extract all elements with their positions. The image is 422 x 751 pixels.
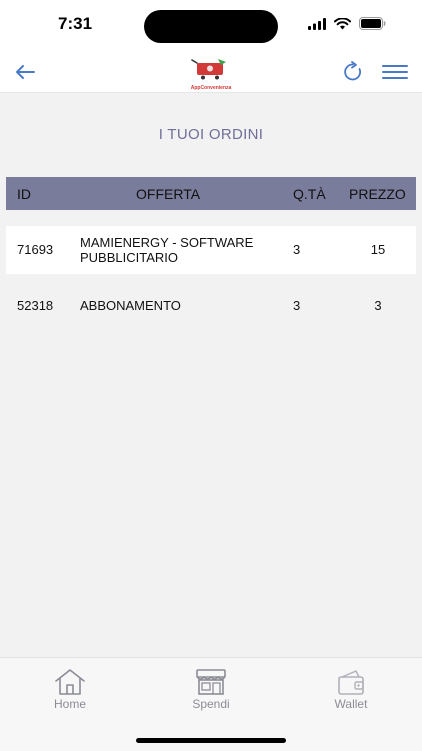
shop-icon xyxy=(196,669,226,695)
column-header-offer: OFFERTA xyxy=(136,186,201,202)
order-qty: 3 xyxy=(293,242,301,257)
battery-icon xyxy=(359,17,386,30)
tab-home[interactable]: Home xyxy=(30,668,110,711)
refresh-button[interactable] xyxy=(342,61,364,83)
logo-cart-icon xyxy=(191,59,226,80)
wallet-icon xyxy=(338,670,364,695)
order-offer: ABBONAMENTO xyxy=(80,298,181,313)
table-row[interactable]: 52318 ABBONAMENTO 3 3 xyxy=(6,282,416,330)
order-id: 71693 xyxy=(17,242,54,257)
order-id: 52318 xyxy=(17,298,54,313)
tab-label-spendi: Spendi xyxy=(192,697,230,711)
app-logo: AppConvenienza xyxy=(188,58,234,91)
back-button[interactable] xyxy=(14,61,36,83)
signal-icon xyxy=(308,17,326,30)
table-row[interactable]: 71693 MAMIENERGY - SOFTWARE PUBBLICITARI… xyxy=(6,226,416,274)
column-header-qty: Q.TÀ xyxy=(293,186,326,202)
menu-button[interactable] xyxy=(382,63,408,81)
wifi-icon xyxy=(334,17,351,29)
hamburger-menu-icon xyxy=(382,65,408,79)
status-time: 7:31 xyxy=(58,14,93,33)
arrow-left-icon xyxy=(16,65,35,79)
order-price: 3 xyxy=(374,298,382,313)
status-icons xyxy=(308,17,386,30)
nav-bar: AppConvenienza xyxy=(0,52,422,93)
tab-label-home: Home xyxy=(53,697,86,711)
refresh-icon xyxy=(344,61,361,81)
orders-table: ID OFFERTA Q.TÀ PREZZO 71693 MAMIENERGY … xyxy=(6,177,416,330)
tab-bar: Home Spendi Wallet xyxy=(0,657,422,751)
status-bar: 7:31 xyxy=(0,0,422,52)
logo-text: AppConvenienza xyxy=(190,85,232,91)
tab-label-wallet: Wallet xyxy=(334,697,368,711)
dynamic-island xyxy=(144,10,278,43)
table-header: ID OFFERTA Q.TÀ PREZZO xyxy=(6,177,416,210)
column-header-id: ID xyxy=(17,186,31,202)
tab-spendi[interactable]: Spendi xyxy=(171,668,251,711)
tab-wallet[interactable]: Wallet xyxy=(311,668,391,711)
column-header-price: PREZZO xyxy=(349,186,406,202)
home-icon xyxy=(55,669,85,695)
home-indicator xyxy=(136,738,286,743)
order-price: 15 xyxy=(370,242,386,257)
page-title: I TUOI ORDINI xyxy=(158,126,264,143)
order-offer: MAMIENERGY - SOFTWARE PUBBLICITARIO xyxy=(80,235,254,265)
order-qty: 3 xyxy=(293,298,301,313)
